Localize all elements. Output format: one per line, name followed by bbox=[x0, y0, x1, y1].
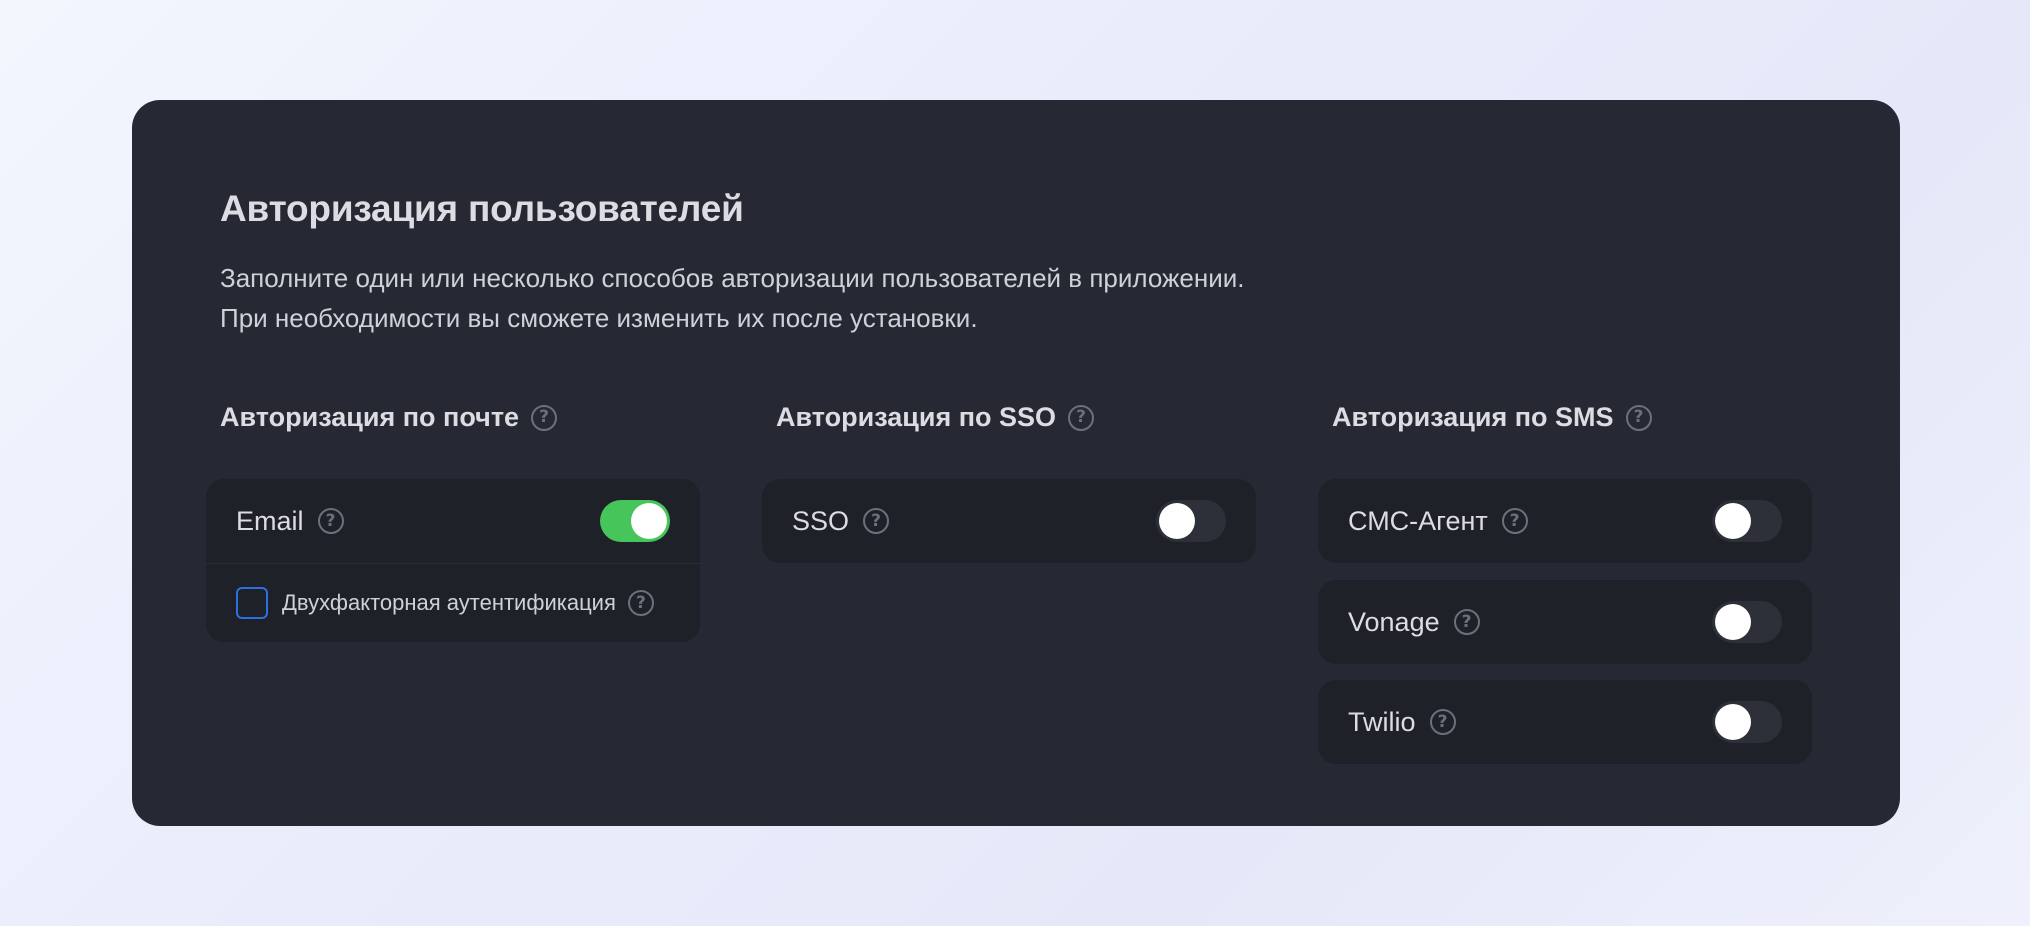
description-line-1: Заполните один или несколько способов ав… bbox=[220, 263, 1245, 293]
auth-row-sms-agent: СМС-Агент ? bbox=[1318, 479, 1812, 563]
email-auth-group: Email ? Двухфакторная аутентификация ? bbox=[206, 479, 700, 642]
help-icon[interactable]: ? bbox=[1625, 404, 1652, 431]
help-icon[interactable]: ? bbox=[863, 508, 890, 534]
help-icon[interactable]: ? bbox=[1501, 508, 1528, 534]
auth-row-vonage: Vonage ? bbox=[1318, 580, 1812, 664]
auth-row-label: SSO bbox=[792, 505, 850, 536]
sso-toggle[interactable] bbox=[1156, 500, 1226, 542]
twilio-toggle[interactable] bbox=[1712, 701, 1782, 743]
section-title-sso: Авторизация по SSO ? bbox=[776, 402, 1095, 433]
two-factor-option: Двухфакторная аутентификация ? bbox=[206, 564, 700, 642]
section-title-sms: Авторизация по SMS ? bbox=[1332, 402, 1652, 433]
auth-row-label: Email bbox=[236, 505, 304, 536]
auth-row-email: Email ? bbox=[206, 479, 700, 563]
auth-settings-card: Авторизация пользователей Заполните один… bbox=[132, 100, 1900, 826]
toggle-knob bbox=[1715, 704, 1751, 740]
help-icon[interactable]: ? bbox=[1429, 709, 1456, 735]
help-icon[interactable]: ? bbox=[317, 508, 344, 534]
auth-row-label: Twilio bbox=[1348, 706, 1416, 737]
help-icon[interactable]: ? bbox=[1453, 609, 1480, 635]
toggle-knob bbox=[1159, 503, 1195, 539]
auth-row-sso: SSO ? bbox=[762, 479, 1256, 563]
email-toggle[interactable] bbox=[600, 500, 670, 542]
toggle-knob bbox=[631, 503, 667, 539]
help-icon[interactable]: ? bbox=[1068, 404, 1095, 431]
toggle-knob bbox=[1715, 503, 1751, 539]
page-title: Авторизация пользователей bbox=[220, 188, 744, 229]
auth-row-twilio: Twilio ? bbox=[1318, 680, 1812, 764]
auth-row-label: Vonage bbox=[1348, 606, 1440, 637]
two-factor-checkbox[interactable] bbox=[236, 587, 268, 619]
page-description: Заполните один или несколько способов ав… bbox=[220, 258, 1245, 338]
help-icon[interactable]: ? bbox=[627, 590, 654, 616]
section-title-email-label: Авторизация по почте bbox=[220, 402, 520, 432]
auth-row-label: СМС-Агент bbox=[1348, 505, 1488, 536]
help-icon[interactable]: ? bbox=[531, 404, 558, 431]
description-line-2: При необходимости вы сможете изменить их… bbox=[220, 303, 978, 333]
two-factor-label[interactable]: Двухфакторная аутентификация bbox=[282, 590, 616, 616]
section-title-email: Авторизация по почте ? bbox=[220, 402, 558, 433]
sms-agent-toggle[interactable] bbox=[1712, 500, 1782, 542]
section-title-sso-label: Авторизация по SSO bbox=[776, 402, 1057, 432]
section-title-sms-label: Авторизация по SMS bbox=[1332, 402, 1614, 432]
vonage-toggle[interactable] bbox=[1712, 601, 1782, 643]
toggle-knob bbox=[1715, 604, 1751, 640]
